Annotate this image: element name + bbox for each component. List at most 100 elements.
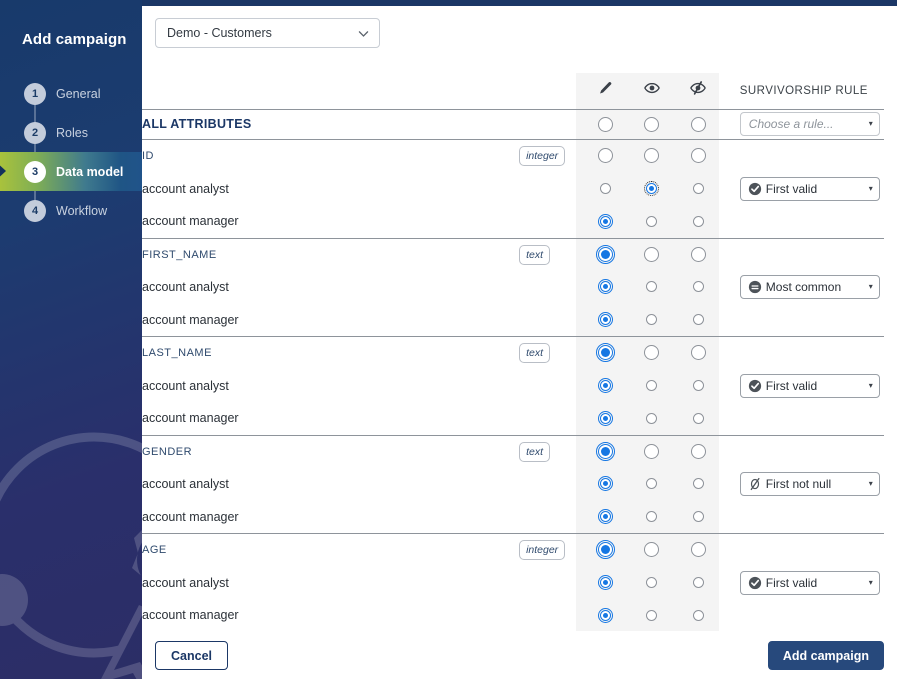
radio-visible[interactable]	[644, 443, 660, 459]
radio-edit[interactable]	[597, 116, 613, 132]
role-radio-edit[interactable]	[582, 599, 629, 632]
radio-edit[interactable]	[597, 410, 613, 426]
radio-visible[interactable]	[644, 246, 660, 262]
radio-edit[interactable]	[597, 279, 613, 295]
sidebar-item-workflow[interactable]: 4 Workflow	[0, 191, 142, 230]
role-radio-hidden[interactable]	[675, 402, 722, 435]
sidebar-item-roles[interactable]: 2 Roles	[0, 113, 142, 152]
sidebar-item-data-model[interactable]: 3 Data model	[0, 152, 142, 191]
role-radio-visible[interactable]	[629, 369, 676, 402]
radio-visible[interactable]	[646, 478, 658, 490]
radio-hidden[interactable]	[690, 345, 706, 361]
role-radio-edit[interactable]	[582, 304, 629, 337]
radio-hidden[interactable]	[692, 379, 704, 391]
attribute-radio-edit[interactable]	[582, 140, 629, 172]
radio-hidden[interactable]	[692, 478, 704, 490]
role-radio-edit[interactable]	[582, 402, 629, 435]
radio-hidden[interactable]	[690, 246, 706, 262]
radio-edit[interactable]	[599, 182, 611, 194]
radio-hidden[interactable]	[692, 511, 704, 523]
source-select[interactable]: Demo - Customers	[155, 18, 380, 48]
radio-edit[interactable]	[597, 607, 613, 623]
role-radio-visible[interactable]	[629, 304, 676, 337]
radio-visible[interactable]	[646, 215, 658, 227]
role-radio-edit[interactable]	[582, 205, 629, 238]
role-radio-visible[interactable]	[629, 172, 676, 205]
rule-dropdown[interactable]: Most common ▾	[739, 275, 880, 300]
attributes-table-scroll[interactable]: SURVIVORSHIP RULE ALL ATTRIBUTES Choose …	[142, 73, 897, 668]
role-radio-edit[interactable]	[582, 172, 629, 205]
attribute-radio-visible[interactable]	[629, 140, 676, 172]
role-radio-edit[interactable]	[582, 468, 629, 501]
all-attributes-radio-visible[interactable]	[629, 110, 676, 140]
radio-hidden[interactable]	[690, 443, 706, 459]
attribute-radio-visible[interactable]	[629, 337, 676, 369]
role-radio-hidden[interactable]	[675, 599, 722, 632]
radio-hidden[interactable]	[692, 412, 704, 424]
attribute-radio-edit[interactable]	[582, 436, 629, 468]
radio-hidden[interactable]	[690, 542, 706, 558]
role-radio-hidden[interactable]	[675, 172, 722, 205]
attribute-radio-edit[interactable]	[582, 534, 629, 566]
all-attributes-radio-hidden[interactable]	[675, 110, 722, 140]
radio-visible[interactable]	[646, 511, 658, 523]
sidebar-item-general[interactable]: 1 General	[0, 74, 142, 113]
radio-hidden[interactable]	[692, 576, 704, 588]
radio-visible[interactable]	[646, 314, 658, 326]
rule-dropdown-all[interactable]: Choose a rule... ▾	[739, 112, 880, 137]
rule-dropdown[interactable]: First valid ▾	[739, 570, 880, 595]
cancel-button[interactable]: Cancel	[155, 641, 228, 670]
radio-edit[interactable]	[595, 441, 615, 461]
role-radio-visible[interactable]	[629, 468, 676, 501]
role-radio-hidden[interactable]	[675, 304, 722, 337]
radio-visible[interactable]	[644, 116, 660, 132]
radio-visible[interactable]	[644, 180, 660, 196]
attribute-radio-visible[interactable]	[629, 436, 676, 468]
radio-visible[interactable]	[646, 609, 658, 621]
radio-edit[interactable]	[597, 509, 613, 525]
role-radio-hidden[interactable]	[675, 271, 722, 304]
role-radio-hidden[interactable]	[675, 468, 722, 501]
radio-edit[interactable]	[597, 213, 613, 229]
radio-hidden[interactable]	[690, 148, 706, 164]
role-radio-hidden[interactable]	[675, 369, 722, 402]
radio-edit[interactable]	[597, 377, 613, 393]
role-radio-visible[interactable]	[629, 566, 676, 599]
attribute-radio-edit[interactable]	[582, 337, 629, 369]
role-radio-edit[interactable]	[582, 369, 629, 402]
attribute-radio-hidden[interactable]	[675, 337, 722, 369]
radio-hidden[interactable]	[692, 215, 704, 227]
radio-hidden[interactable]	[690, 116, 706, 132]
radio-visible[interactable]	[644, 148, 660, 164]
radio-hidden[interactable]	[692, 314, 704, 326]
rule-dropdown[interactable]: First valid ▾	[739, 373, 880, 398]
add-campaign-button[interactable]: Add campaign	[767, 641, 884, 670]
radio-hidden[interactable]	[692, 281, 704, 293]
radio-edit[interactable]	[595, 540, 615, 560]
radio-edit[interactable]	[597, 312, 613, 328]
role-radio-visible[interactable]	[629, 205, 676, 238]
radio-edit[interactable]	[595, 343, 615, 363]
radio-hidden[interactable]	[692, 609, 704, 621]
role-radio-hidden[interactable]	[675, 566, 722, 599]
column-header-visible[interactable]	[629, 73, 676, 109]
role-radio-visible[interactable]	[629, 599, 676, 632]
role-radio-visible[interactable]	[629, 402, 676, 435]
attribute-radio-hidden[interactable]	[675, 534, 722, 566]
radio-hidden[interactable]	[692, 182, 704, 194]
role-radio-hidden[interactable]	[675, 205, 722, 238]
attribute-radio-hidden[interactable]	[675, 140, 722, 172]
attribute-radio-visible[interactable]	[629, 239, 676, 271]
attribute-radio-hidden[interactable]	[675, 239, 722, 271]
role-radio-edit[interactable]	[582, 271, 629, 304]
attribute-radio-hidden[interactable]	[675, 436, 722, 468]
radio-edit[interactable]	[597, 476, 613, 492]
role-radio-visible[interactable]	[629, 501, 676, 534]
radio-edit[interactable]	[597, 148, 613, 164]
radio-visible[interactable]	[646, 412, 658, 424]
radio-visible[interactable]	[646, 281, 658, 293]
radio-visible[interactable]	[644, 542, 660, 558]
radio-visible[interactable]	[644, 345, 660, 361]
role-radio-edit[interactable]	[582, 501, 629, 534]
radio-visible[interactable]	[646, 379, 658, 391]
